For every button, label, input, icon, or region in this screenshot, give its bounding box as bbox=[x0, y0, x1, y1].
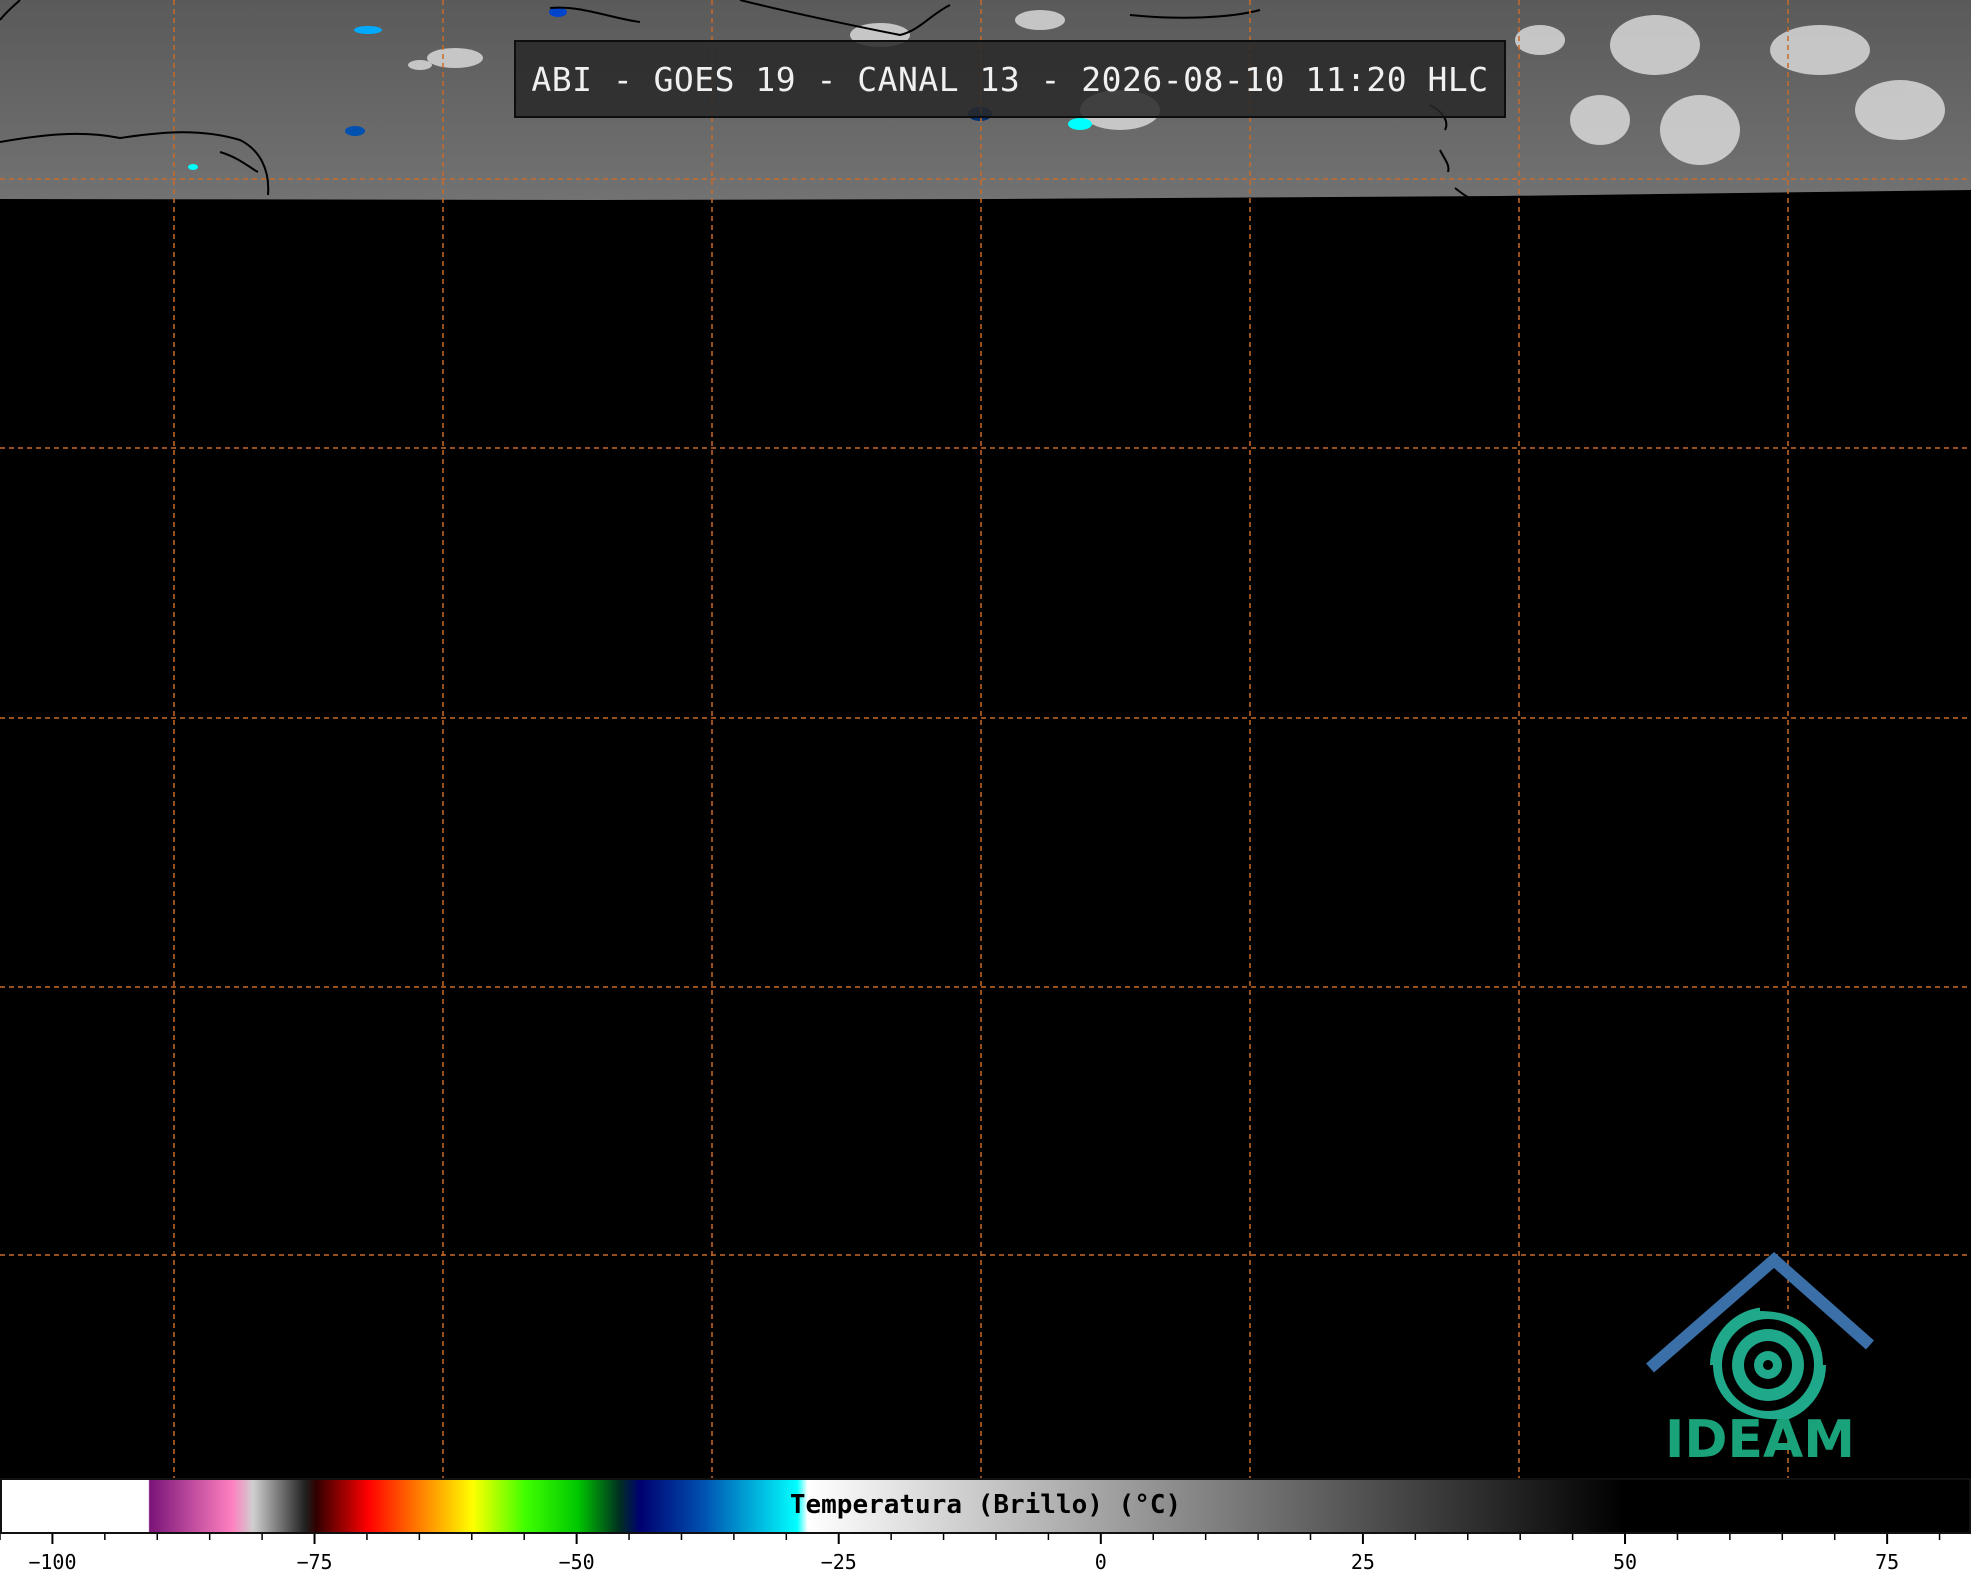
colorbar-tick-label: −75 bbox=[296, 1550, 333, 1574]
colorbar-tick-label: 25 bbox=[1350, 1550, 1375, 1574]
colorbar-tick-label: −50 bbox=[558, 1550, 595, 1574]
ideam-logo-text: IDEAM bbox=[1664, 1410, 1856, 1470]
colorbar-gradient bbox=[0, 1478, 1971, 1534]
colorbar-tick-label: −25 bbox=[820, 1550, 857, 1574]
colorbar-tick-label: −100 bbox=[28, 1550, 77, 1574]
colorbar-tick-label: 0 bbox=[1094, 1550, 1107, 1574]
colorbar-tick-label: 75 bbox=[1875, 1550, 1900, 1574]
colorbar-tick-label: 50 bbox=[1612, 1550, 1638, 1574]
image-title: ABI - GOES 19 - CANAL 13 - 2026-08-10 11… bbox=[514, 40, 1506, 118]
colorbar-axis: −100 −75 −50 −25 0 25 50 75 bbox=[0, 1534, 1971, 1577]
colorbar: Temperatura (Brillo) (°C) −100 −75 −50 −25 0… bbox=[0, 1478, 1971, 1577]
